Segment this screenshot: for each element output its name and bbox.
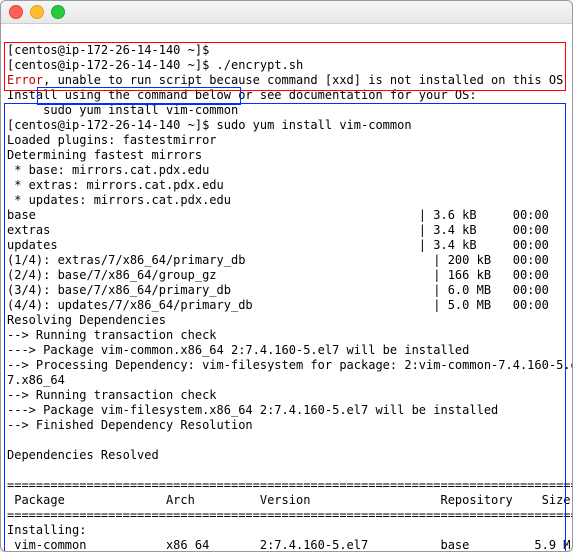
titlebar xyxy=(1,1,572,24)
output-line: ---> Package vim-filesystem.x86_64 2:7.4… xyxy=(7,403,498,417)
output-line: (3/4): base/7/x86_64/primary_db | 6.0 MB… xyxy=(7,283,549,297)
error-text: , unable to run script because command [… xyxy=(43,73,563,87)
output-line: --> Running transaction check xyxy=(7,388,217,402)
terminal-body[interactable]: [centos@ip-172-26-14-140 ~]$ [centos@ip-… xyxy=(1,24,572,552)
zoom-icon[interactable] xyxy=(51,5,65,19)
package-row: vim-common x86_64 2:7.4.160-5.el7 base 5… xyxy=(7,538,571,552)
output-line: Resolving Dependencies xyxy=(7,313,166,327)
output-line: * updates: mirrors.cat.pdx.edu xyxy=(7,193,231,207)
suggest-cmd: sudo yum install vim-common xyxy=(43,103,238,117)
output-line: Loaded plugins: fastestmirror xyxy=(7,133,217,147)
install-msg: Install using the command below or see d… xyxy=(7,88,477,102)
output-line: Dependencies Resolved xyxy=(7,448,159,462)
output-line: 7.x86_64 xyxy=(7,373,65,387)
output-line: base | 3.6 kB 00:00 xyxy=(7,208,549,222)
minimize-icon[interactable] xyxy=(30,5,44,19)
prompt: [centos@ip-172-26-14-140 ~]$ xyxy=(7,58,217,72)
close-icon[interactable] xyxy=(9,5,23,19)
command-text: sudo yum install vim-common xyxy=(217,118,412,132)
output-line: updates | 3.4 kB 00:00 xyxy=(7,238,549,252)
output-line: * extras: mirrors.cat.pdx.edu xyxy=(7,178,224,192)
separator-line: ========================================… xyxy=(7,478,573,492)
command-text: ./encrypt.sh xyxy=(217,58,304,72)
output-line: (2/4): base/7/x86_64/group_gz | 166 kB 0… xyxy=(7,268,549,282)
prompt: [centos@ip-172-26-14-140 ~]$ xyxy=(7,118,217,132)
output-line: (4/4): updates/7/x86_64/primary_db | 5.0… xyxy=(7,298,549,312)
output-line: (1/4): extras/7/x86_64/primary_db | 200 … xyxy=(7,253,549,267)
output-line: --> Processing Dependency: vim-filesyste… xyxy=(7,358,573,372)
output-line: --> Finished Dependency Resolution xyxy=(7,418,253,432)
separator-line: ========================================… xyxy=(7,508,573,522)
terminal-window: [centos@ip-172-26-14-140 ~]$ [centos@ip-… xyxy=(0,0,573,552)
indent xyxy=(7,103,43,117)
section-label: Installing: xyxy=(7,523,86,537)
table-header: Package Arch Version Repository Size xyxy=(7,493,571,507)
output-line: Determining fastest mirrors xyxy=(7,148,202,162)
output-line: extras | 3.4 kB 00:00 xyxy=(7,223,549,237)
output-line: ---> Package vim-common.x86_64 2:7.4.160… xyxy=(7,343,469,357)
output-line: * base: mirrors.cat.pdx.edu xyxy=(7,163,209,177)
error-label: Error xyxy=(7,73,43,87)
prompt: [centos@ip-172-26-14-140 ~]$ xyxy=(7,43,217,57)
output-line: --> Running transaction check xyxy=(7,328,217,342)
